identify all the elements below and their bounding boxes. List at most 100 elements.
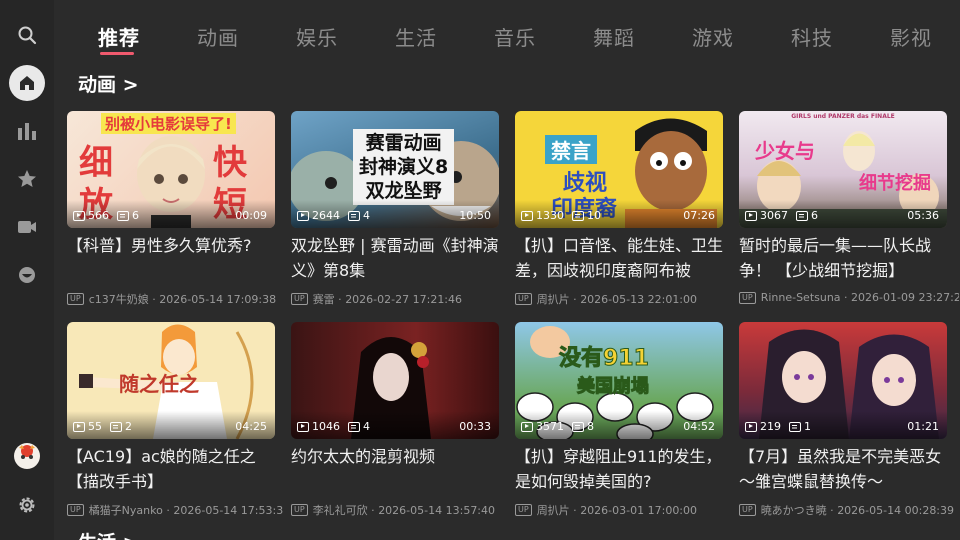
- video-thumbnail[interactable]: 随之任之 55 2 04:25: [67, 322, 275, 439]
- video-meta: UP c137牛奶娘 · 2026-05-14 17:09:38: [67, 291, 287, 307]
- view-count: 219: [760, 420, 781, 433]
- video-title[interactable]: 【扒】穿越阻止911的发生，是如何毁掉美国的?: [515, 444, 723, 494]
- uploader-name[interactable]: 橘猫子Nyanko: [89, 502, 163, 518]
- uploader-name[interactable]: 暁あかつき暁: [761, 502, 827, 518]
- video-meta: UP 周扒片 · 2026-05-13 22:01:00: [515, 291, 735, 307]
- video-card[interactable]: 没有911 美国崩塌 3571 8 04:52 【扒】穿越阻止911的发生，是如…: [515, 322, 723, 518]
- danmaku-count: 6: [132, 209, 139, 222]
- play-count-icon: [745, 421, 757, 432]
- thumbnail-caption: 细节挖掘: [859, 173, 931, 194]
- video-stats: 219 1: [745, 420, 819, 433]
- view-count: 55: [88, 420, 102, 433]
- uploader-name[interactable]: 赛雷: [313, 291, 335, 307]
- tab-tech[interactable]: 科技: [791, 22, 833, 52]
- settings-icon[interactable]: [9, 487, 45, 523]
- view-count: 3067: [760, 209, 788, 222]
- upload-date: 2026-05-13 22:01:00: [580, 292, 698, 306]
- video-thumbnail[interactable]: 没有911 美国崩塌 3571 8 04:52: [515, 322, 723, 439]
- play-count-icon: [297, 210, 309, 221]
- tab-recommend[interactable]: 推荐: [98, 22, 140, 52]
- video-thumbnail[interactable]: 1046 4 00:33: [291, 322, 499, 439]
- danmaku-icon: [572, 210, 584, 221]
- thumbnail-caption: 随之任之: [119, 372, 199, 396]
- video-stats: 55 2: [73, 420, 140, 433]
- video-duration: 05:36: [907, 209, 939, 222]
- section-title-life[interactable]: 生活 >: [78, 528, 139, 540]
- video-card[interactable]: 禁言 歧视 印度裔 1330 10 07:26 【扒】口音怪、能生娃、卫生差，因…: [515, 111, 723, 307]
- video-card[interactable]: 219 1 01:21 【7月】虽然我是不完美恶女 ～雏宫蝶鼠替换传～ UP 暁…: [739, 322, 954, 518]
- video-duration: 04:25: [235, 420, 267, 433]
- play-count-icon: [521, 210, 533, 221]
- danmaku-icon: [796, 210, 808, 221]
- video-meta: UP Rinne-Setsuna · 2026-01-09 23:27:25: [739, 291, 959, 304]
- upload-date: 2026-02-27 17:21:46: [345, 292, 463, 306]
- video-thumbnail[interactable]: 赛雷动画 封神演义8 双龙坠野 2644 4 10:50: [291, 111, 499, 228]
- tab-life[interactable]: 生活: [395, 22, 437, 52]
- ranking-icon[interactable]: [9, 113, 45, 149]
- tab-games[interactable]: 游戏: [692, 22, 734, 52]
- up-badge: UP: [67, 504, 84, 516]
- video-card[interactable]: 1046 4 00:33 约尔太太的混剪视频 UP 李礼礼可欣 · 2026-0…: [291, 322, 499, 518]
- up-badge: UP: [67, 293, 84, 305]
- danmaku-count: 1: [804, 420, 811, 433]
- uploader-name[interactable]: c137牛奶娘: [89, 291, 149, 307]
- video-duration: 04:52: [683, 420, 715, 433]
- video-card[interactable]: GIRLS und PANZER das FINALE 少女与 细节挖掘 306…: [739, 111, 959, 304]
- thumbnail-caption: 没有911: [559, 346, 650, 372]
- section-title-animation[interactable]: 动画 >: [78, 70, 139, 97]
- video-title[interactable]: 【AC19】ac娘的随之任之【描改手书】: [67, 444, 275, 494]
- up-badge: UP: [739, 291, 756, 304]
- video-thumbnail[interactable]: GIRLS und PANZER das FINALE 少女与 细节挖掘 306…: [739, 111, 947, 228]
- video-title[interactable]: 【7月】虽然我是不完美恶女 ～雏宫蝶鼠替换传～: [739, 444, 947, 494]
- video-title[interactable]: 约尔太太的混剪视频: [291, 444, 499, 494]
- video-thumbnail[interactable]: 219 1 01:21: [739, 322, 947, 439]
- play-count-icon: [521, 421, 533, 432]
- uploader-name[interactable]: 周扒片: [537, 502, 570, 518]
- video-duration: 07:26: [683, 209, 715, 222]
- upload-date: 2026-01-09 23:27:25: [851, 291, 959, 304]
- video-title[interactable]: 【科普】男性多久算优秀?: [67, 233, 275, 283]
- tab-animation[interactable]: 动画: [197, 22, 239, 52]
- up-badge: UP: [515, 504, 532, 516]
- play-count-icon: [297, 421, 309, 432]
- video-title[interactable]: 【扒】口音怪、能生娃、卫生差，因歧视印度裔阿布被: [515, 233, 723, 283]
- video-stats: 2644 4: [297, 209, 378, 222]
- danmaku-icon: [348, 210, 360, 221]
- video-thumbnail[interactable]: 禁言 歧视 印度裔 1330 10 07:26: [515, 111, 723, 228]
- upload-date: 2026-05-14 00:28:39: [837, 503, 955, 517]
- video-meta: UP 暁あかつき暁 · 2026-05-14 00:28:39: [739, 502, 959, 518]
- video-stats: 3571 8: [521, 420, 602, 433]
- upload-date: 2026-05-14 17:09:38: [159, 292, 277, 306]
- tab-entertainment[interactable]: 娱乐: [296, 22, 338, 52]
- sidebar: [0, 0, 54, 540]
- video-title[interactable]: 暂时的最后一集——队长战争！ 【少战细节挖掘】: [739, 233, 947, 283]
- danmaku-count: 8: [587, 420, 594, 433]
- uploader-name[interactable]: Rinne-Setsuna: [761, 291, 841, 304]
- home-icon[interactable]: [9, 65, 45, 101]
- view-count: 1330: [536, 209, 564, 222]
- search-icon[interactable]: [9, 17, 45, 53]
- danmaku-icon: [789, 421, 801, 432]
- video-card[interactable]: 别被小电影误导了! 细 快 放 短 566 6 00:09 【科普】男性多久算优…: [67, 111, 276, 307]
- video-meta: UP 赛雷 · 2026-02-27 17:21:46: [291, 291, 511, 307]
- video-stats: 3067 6: [745, 209, 826, 222]
- tab-film[interactable]: 影视: [890, 22, 932, 52]
- video-title[interactable]: 双龙坠野 | 赛雷动画《封神演义》第8集: [291, 233, 499, 283]
- avatar[interactable]: [9, 438, 45, 474]
- tab-music[interactable]: 音乐: [494, 22, 536, 52]
- video-card[interactable]: 赛雷动画 封神演义8 双龙坠野 2644 4 10:50 双龙坠野 | 赛雷动画《封…: [291, 111, 499, 307]
- thumbnail-caption: GIRLS und PANZER das FINALE: [791, 113, 895, 120]
- video-icon[interactable]: [9, 209, 45, 245]
- active-tab-indicator: [100, 52, 134, 55]
- video-stats: 1046 4: [297, 420, 378, 433]
- uploader-name[interactable]: 李礼礼可欣: [313, 502, 368, 518]
- danmaku-icon: [117, 210, 129, 221]
- uploader-name[interactable]: 周扒片: [537, 291, 570, 307]
- danmaku-count: 10: [587, 209, 601, 222]
- video-card[interactable]: 随之任之 55 2 04:25 【AC19】ac娘的随之任之【描改手书】 UP …: [67, 322, 283, 518]
- tab-dance[interactable]: 舞蹈: [593, 22, 635, 52]
- video-thumbnail[interactable]: 别被小电影误导了! 细 快 放 短 566 6 00:09: [67, 111, 275, 228]
- play-count-icon: [745, 210, 757, 221]
- following-icon[interactable]: [9, 257, 45, 293]
- favorites-icon[interactable]: [9, 161, 45, 197]
